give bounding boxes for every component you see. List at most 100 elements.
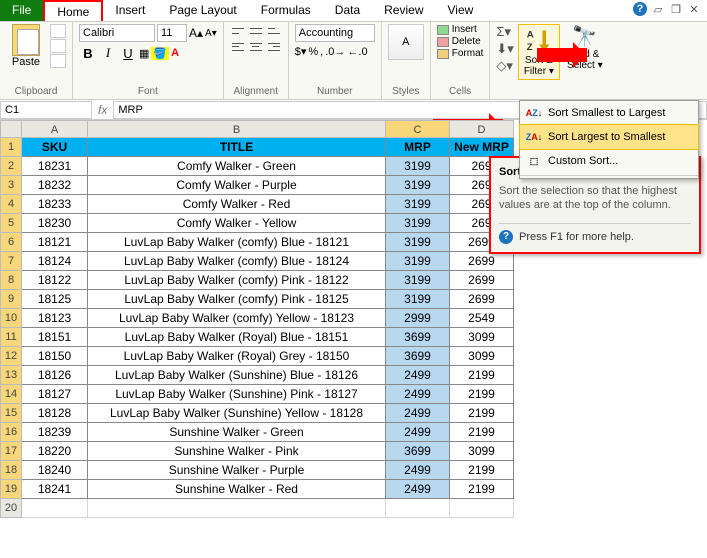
cell-sku[interactable]: 18233 bbox=[22, 195, 88, 214]
cell-mrp[interactable]: 2499 bbox=[386, 423, 450, 442]
header-sku[interactable]: SKU bbox=[22, 138, 88, 157]
align-middle-icon[interactable] bbox=[248, 24, 264, 38]
cell-mrp[interactable]: 3199 bbox=[386, 176, 450, 195]
cell-newmrp[interactable]: 2199 bbox=[450, 404, 514, 423]
cell-newmrp[interactable]: 2699 bbox=[450, 271, 514, 290]
cell-sku[interactable]: 18241 bbox=[22, 480, 88, 499]
increase-decimal-icon[interactable]: .0→ bbox=[325, 46, 345, 58]
paste-button[interactable]: Paste bbox=[6, 24, 46, 68]
row-head[interactable]: 9 bbox=[0, 290, 22, 309]
tab-home[interactable]: Home bbox=[43, 0, 103, 21]
italic-button[interactable]: I bbox=[99, 45, 117, 61]
cell-sku[interactable]: 18121 bbox=[22, 233, 88, 252]
custom-sort-item[interactable]: ⬚ Custom Sort... bbox=[520, 149, 698, 173]
sort-smallest-item[interactable]: AZ↓ Sort Smallest to Largest bbox=[520, 101, 698, 125]
row-head[interactable]: 17 bbox=[0, 442, 22, 461]
cell-title[interactable]: LuvLap Baby Walker (Royal) Grey - 18150 bbox=[88, 347, 386, 366]
cell-sku[interactable]: 18124 bbox=[22, 252, 88, 271]
cell-title[interactable]: LuvLap Baby Walker (comfy) Pink - 18125 bbox=[88, 290, 386, 309]
col-head-b[interactable]: B bbox=[88, 120, 386, 138]
cell-title[interactable]: LuvLap Baby Walker (comfy) Pink - 18122 bbox=[88, 271, 386, 290]
tab-data[interactable]: Data bbox=[323, 0, 372, 21]
align-top-icon[interactable] bbox=[230, 24, 246, 38]
cell-mrp[interactable]: 2499 bbox=[386, 480, 450, 499]
cell-title[interactable]: Comfy Walker - Purple bbox=[88, 176, 386, 195]
cell-sku[interactable]: 18240 bbox=[22, 461, 88, 480]
cell-title[interactable]: LuvLap Baby Walker (Royal) Blue - 18151 bbox=[88, 328, 386, 347]
underline-button[interactable]: U bbox=[119, 46, 137, 61]
cell-title[interactable]: Comfy Walker - Green bbox=[88, 157, 386, 176]
shrink-font-icon[interactable]: A▾ bbox=[205, 28, 217, 39]
close-icon[interactable]: ✕ bbox=[687, 2, 701, 16]
row-head[interactable]: 14 bbox=[0, 385, 22, 404]
tab-insert[interactable]: Insert bbox=[103, 0, 157, 21]
cell-title[interactable]: LuvLap Baby Walker (comfy) Blue - 18124 bbox=[88, 252, 386, 271]
align-center-icon[interactable] bbox=[248, 40, 264, 54]
cell[interactable] bbox=[88, 499, 386, 518]
row-head[interactable]: 15 bbox=[0, 404, 22, 423]
cell-title[interactable]: Sunshine Walker - Pink bbox=[88, 442, 386, 461]
fill-icon[interactable]: ⬇▾ bbox=[496, 41, 513, 57]
cell-title[interactable]: LuvLap Baby Walker (comfy) Blue - 18121 bbox=[88, 233, 386, 252]
number-format-select[interactable]: Accounting bbox=[295, 24, 375, 42]
row-head[interactable]: 1 bbox=[0, 138, 22, 157]
cell-title[interactable]: LuvLap Baby Walker (comfy) Yellow - 1812… bbox=[88, 309, 386, 328]
cell-sku[interactable]: 18220 bbox=[22, 442, 88, 461]
cell-sku[interactable]: 18127 bbox=[22, 385, 88, 404]
cell-mrp[interactable]: 2999 bbox=[386, 309, 450, 328]
row-head[interactable]: 6 bbox=[0, 233, 22, 252]
cell-mrp[interactable]: 3699 bbox=[386, 347, 450, 366]
comma-icon[interactable]: , bbox=[320, 46, 323, 58]
cell-sku[interactable]: 18151 bbox=[22, 328, 88, 347]
cell-sku[interactable]: 18150 bbox=[22, 347, 88, 366]
copy-icon[interactable] bbox=[50, 39, 66, 53]
cell-sku[interactable]: 18231 bbox=[22, 157, 88, 176]
row-head[interactable]: 19 bbox=[0, 480, 22, 499]
font-name-select[interactable]: Calibri bbox=[79, 24, 155, 42]
cell-title[interactable]: Sunshine Walker - Green bbox=[88, 423, 386, 442]
font-size-select[interactable]: 11 bbox=[157, 24, 187, 42]
tab-page-layout[interactable]: Page Layout bbox=[157, 0, 248, 21]
cell-newmrp[interactable]: 2699 bbox=[450, 290, 514, 309]
delete-cells-button[interactable]: Delete bbox=[437, 36, 484, 47]
cell-sku[interactable]: 18123 bbox=[22, 309, 88, 328]
cell-sku[interactable]: 18125 bbox=[22, 290, 88, 309]
header-title[interactable]: TITLE bbox=[88, 138, 386, 157]
cell-title[interactable]: LuvLap Baby Walker (Sunshine) Pink - 181… bbox=[88, 385, 386, 404]
name-box[interactable]: C1 bbox=[0, 101, 92, 119]
cell-sku[interactable]: 18230 bbox=[22, 214, 88, 233]
cell-title[interactable]: Comfy Walker - Yellow bbox=[88, 214, 386, 233]
font-color-icon[interactable]: A bbox=[171, 47, 179, 59]
align-left-icon[interactable] bbox=[230, 40, 246, 54]
cell-mrp[interactable]: 2499 bbox=[386, 404, 450, 423]
header-newmrp[interactable]: New MRP bbox=[450, 138, 514, 157]
cell-sku[interactable]: 18122 bbox=[22, 271, 88, 290]
tab-view[interactable]: View bbox=[436, 0, 486, 21]
cell-mrp[interactable]: 3199 bbox=[386, 195, 450, 214]
cell-sku[interactable]: 18232 bbox=[22, 176, 88, 195]
format-painter-icon[interactable] bbox=[50, 54, 66, 68]
cell-newmrp[interactable]: 3099 bbox=[450, 442, 514, 461]
cut-icon[interactable] bbox=[50, 24, 66, 38]
cell-newmrp[interactable]: 2199 bbox=[450, 423, 514, 442]
row-head[interactable]: 11 bbox=[0, 328, 22, 347]
sort-largest-item[interactable]: ZA↓ Sort Largest to Smallest bbox=[519, 124, 699, 150]
cell-newmrp[interactable]: 2199 bbox=[450, 480, 514, 499]
bold-button[interactable]: B bbox=[79, 46, 97, 61]
cell-mrp[interactable]: 2499 bbox=[386, 366, 450, 385]
cell-mrp[interactable]: 3699 bbox=[386, 442, 450, 461]
cell-newmrp[interactable]: 2199 bbox=[450, 461, 514, 480]
row-head[interactable]: 2 bbox=[0, 157, 22, 176]
col-head-c[interactable]: C bbox=[386, 120, 450, 138]
tab-file[interactable]: File bbox=[0, 0, 43, 21]
cell-mrp[interactable]: 2499 bbox=[386, 461, 450, 480]
cell-sku[interactable]: 18126 bbox=[22, 366, 88, 385]
cell-newmrp[interactable]: 3099 bbox=[450, 347, 514, 366]
clear-icon[interactable]: ◇▾ bbox=[496, 58, 513, 74]
decrease-decimal-icon[interactable]: ←.0 bbox=[347, 46, 367, 58]
cell-newmrp[interactable]: 2699 bbox=[450, 252, 514, 271]
styles-icon[interactable]: A bbox=[388, 24, 424, 60]
row-head[interactable]: 5 bbox=[0, 214, 22, 233]
row-head[interactable]: 3 bbox=[0, 176, 22, 195]
row-head[interactable]: 4 bbox=[0, 195, 22, 214]
